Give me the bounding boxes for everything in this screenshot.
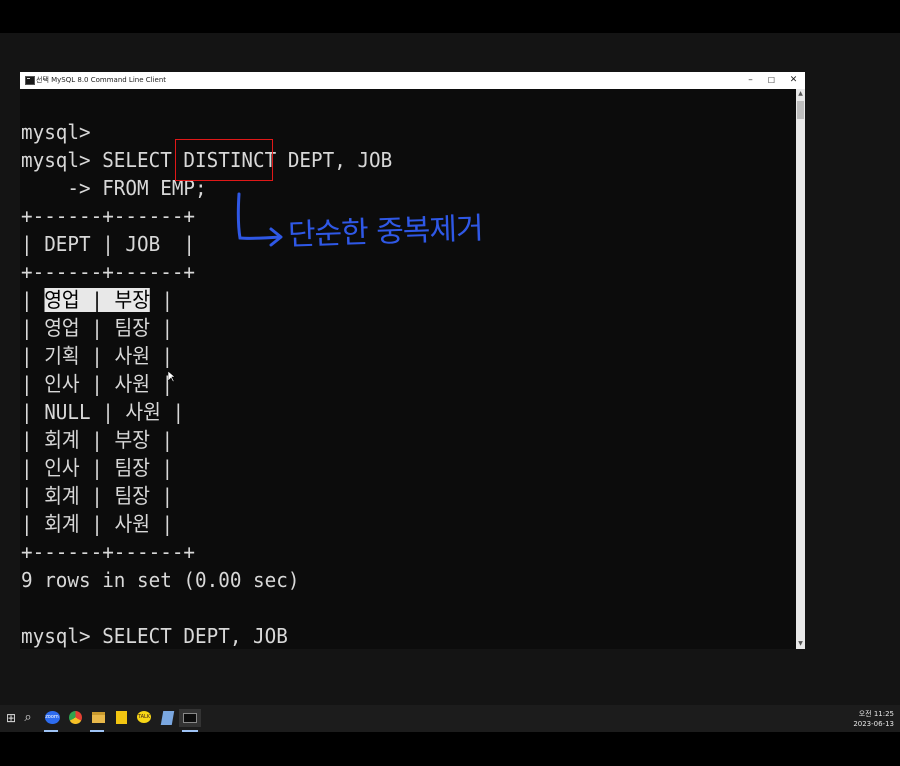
kakao-label: TALK (137, 711, 151, 723)
minimize-button[interactable]: – (740, 72, 761, 89)
search-icon[interactable]: ⌕ (19, 709, 37, 727)
window-title: 선택 MySQL 8.0 Command Line Client (36, 76, 167, 84)
console-line: +------+------+ (21, 260, 196, 284)
clock-time: 오전 11:25 (858, 710, 894, 718)
console-line: | NULL | 사원 | (21, 400, 185, 424)
console-line: | 회계 | 팀장 | (21, 484, 174, 508)
mysql-console-window[interactable]: 선택 MySQL 8.0 Command Line Client – ☐ ✕ m… (20, 72, 805, 649)
handwritten-note: 단순한 중복제거 (287, 211, 484, 253)
clock-date: 2023-06-13 (853, 720, 894, 728)
vertical-scrollbar[interactable]: ▲ ▼ (796, 89, 805, 649)
system-clock[interactable]: 오전 11:25 2023-06-13 (853, 709, 894, 729)
chrome-icon[interactable] (66, 709, 84, 727)
scrollbar-thumb[interactable] (797, 101, 804, 119)
console-line: mysql> (21, 120, 91, 144)
console-line: | 회계 | 사원 | (21, 512, 174, 536)
mouse-cursor-icon (168, 371, 176, 383)
console-app-icon (25, 76, 35, 85)
scroll-down-arrow-icon[interactable]: ▼ (796, 639, 805, 649)
zoom-icon[interactable]: zoom (43, 709, 61, 727)
zoom-label: zoom (44, 711, 60, 724)
taskbar: ⊞ ⌕ zoom TALK 오전 11:25 2023-06-13 (0, 705, 900, 732)
kakaotalk-icon[interactable]: TALK (135, 709, 153, 727)
window-titlebar[interactable]: 선택 MySQL 8.0 Command Line Client – ☐ ✕ (20, 72, 805, 89)
console-line: | 인사 | 사원 | (21, 372, 174, 396)
console-line: +------+------+ (21, 540, 196, 564)
console-line: | 영업 | 부장 | (21, 286, 173, 314)
file-explorer-icon[interactable] (89, 709, 107, 727)
console-line-suffix: | (149, 288, 174, 312)
sticky-notes-icon[interactable] (112, 709, 130, 727)
app-icon[interactable] (158, 709, 176, 727)
console-line: | DEPT | JOB | (21, 232, 196, 256)
close-button[interactable]: ✕ (783, 72, 804, 89)
video-bottom-bar (0, 732, 900, 766)
console-line: +------+------+ (21, 204, 196, 228)
console-line: mysql> SELECT DEPT, JOB (21, 624, 288, 648)
handwritten-arrow-icon (236, 192, 283, 247)
scroll-up-arrow-icon[interactable]: ▲ (796, 89, 805, 99)
start-icon[interactable]: ⊞ (2, 709, 20, 727)
distinct-highlight-box (175, 139, 273, 181)
console-line: | 회계 | 부장 | (21, 428, 174, 452)
console-line: 9 rows in set (0.00 sec) (21, 568, 300, 592)
console-line: | 영업 | 팀장 | (21, 316, 174, 340)
console-line: | 인사 | 팀장 | (21, 456, 174, 480)
maximize-button[interactable]: ☐ (761, 72, 782, 89)
console-line: | 기획 | 사원 | (21, 344, 174, 368)
selected-text: 영업 | 부장 (44, 288, 150, 312)
video-top-bar (0, 0, 900, 33)
command-prompt-icon[interactable] (179, 709, 201, 727)
console-output[interactable]: mysql> mysql> SELECT DISTINCT DEPT, JOB -… (20, 89, 796, 649)
console-line-prefix: | (21, 288, 45, 312)
